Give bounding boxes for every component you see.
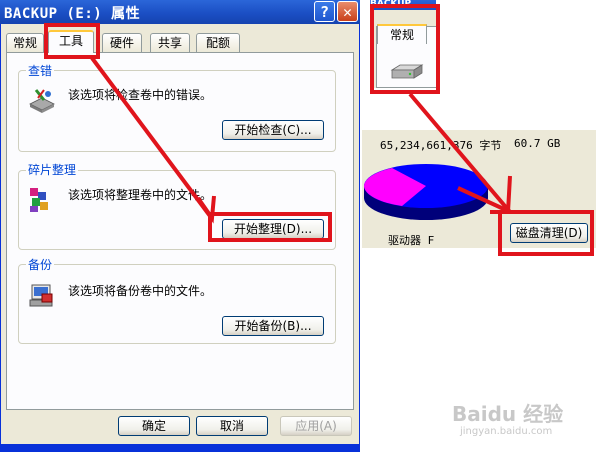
annotation-arrows <box>90 56 512 224</box>
watermark-url: jingyan.baidu.com <box>460 426 553 437</box>
tab-tools[interactable]: 工具 <box>48 30 94 53</box>
watermark-logo: Baidu 经验 <box>452 402 564 426</box>
